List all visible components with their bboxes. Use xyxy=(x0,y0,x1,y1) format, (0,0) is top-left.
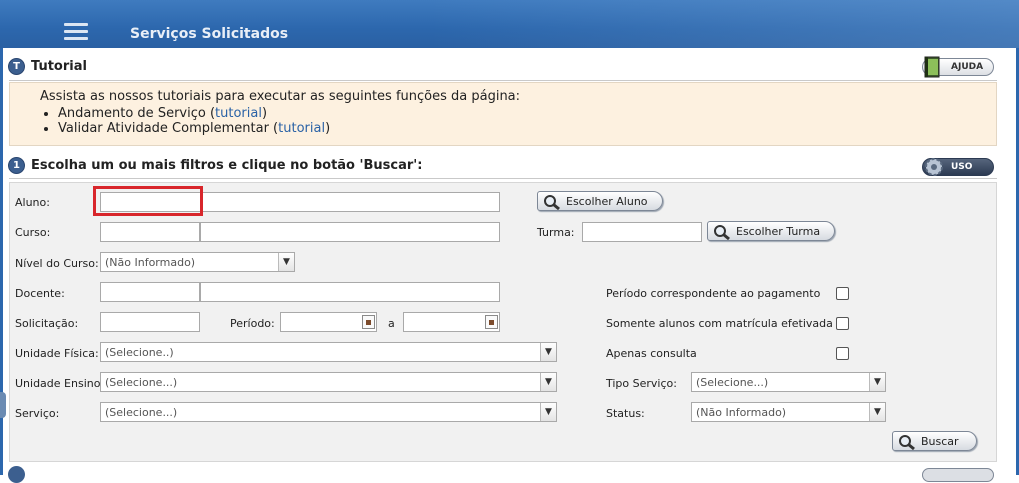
tutorial-link[interactable]: tutorial xyxy=(215,106,262,121)
nivel-curso-label: Nível do Curso: xyxy=(15,257,99,270)
aluno-label: Aluno: xyxy=(15,196,50,209)
tutorial-header: T Tutorial xyxy=(8,55,87,77)
chevron-down-icon: ▼ xyxy=(540,343,556,361)
book-icon xyxy=(924,56,940,78)
periodo-separator: a xyxy=(388,317,395,330)
tutorial-item: Validar Atividade Complementar (tutorial… xyxy=(58,121,330,136)
periodo-pagamento-label: Período correspondente ao pagamento xyxy=(606,287,821,300)
escolher-turma-button[interactable]: Escolher Turma xyxy=(707,221,835,241)
status-label: Status: xyxy=(606,407,645,420)
tutorial-title: Tutorial xyxy=(31,58,87,74)
tutorial-badge: T xyxy=(8,57,25,75)
turma-label: Turma: xyxy=(537,226,575,239)
search-icon xyxy=(899,435,915,450)
side-toggle-handle[interactable] xyxy=(0,392,6,418)
tutorial-link[interactable]: tutorial xyxy=(278,121,325,136)
tutorial-intro: Assista as nossos tutoriais para executa… xyxy=(40,89,521,104)
curso-code-input[interactable] xyxy=(100,222,200,242)
tutorial-panel: Assista as nossos tutoriais para executa… xyxy=(9,82,997,146)
unidade-fisica-value: (Selecione..) xyxy=(105,346,174,359)
periodo-pagamento-checkbox[interactable] xyxy=(836,287,849,300)
periodo-end-input[interactable] xyxy=(403,312,500,332)
chevron-down-icon: ▼ xyxy=(869,373,885,391)
header-decoration xyxy=(430,0,1019,48)
page-title: Serviços Solicitados xyxy=(130,26,289,42)
tipo-servico-select[interactable]: (Selecione...) ▼ xyxy=(691,372,886,392)
next-section-button[interactable] xyxy=(922,468,994,482)
unidade-ensino-select[interactable]: (Selecione...) ▼ xyxy=(100,372,557,392)
divider xyxy=(9,178,997,179)
search-icon xyxy=(544,195,560,210)
buscar-label: Buscar xyxy=(921,434,959,448)
tipo-servico-value: (Selecione...) xyxy=(696,376,769,389)
calendar-icon[interactable] xyxy=(362,315,375,329)
servico-label: Serviço: xyxy=(15,407,60,420)
status-value: (Não Informado) xyxy=(696,406,787,419)
uso-label: USO xyxy=(951,162,973,172)
tutorial-list: Andamento de Serviço (tutorial) Validar … xyxy=(58,106,330,136)
nivel-curso-select[interactable]: (Não Informado) ▼ xyxy=(100,252,295,272)
help-label: AJUDA xyxy=(951,62,984,72)
solicitacao-label: Solicitação: xyxy=(15,317,79,330)
filters-badge: 1 xyxy=(8,156,25,174)
status-select[interactable]: (Não Informado) ▼ xyxy=(691,402,886,422)
escolher-turma-label: Escolher Turma xyxy=(736,224,821,238)
chevron-down-icon: ▼ xyxy=(540,403,556,421)
filters-header: 1 Escolha um ou mais filtros e clique no… xyxy=(8,154,422,176)
periodo-label: Período: xyxy=(230,317,275,330)
unidade-ensino-label: Unidade Ensino: xyxy=(15,377,105,390)
filters-title: Escolha um ou mais filtros e clique no b… xyxy=(31,157,423,173)
escolher-aluno-button[interactable]: Escolher Aluno xyxy=(537,191,663,211)
top-header-bar: Serviços Solicitados xyxy=(0,0,1019,48)
curso-label: Curso: xyxy=(15,226,51,239)
tutorial-item: Andamento de Serviço (tutorial) xyxy=(58,106,330,121)
servico-select[interactable]: (Selecione...) ▼ xyxy=(100,402,557,422)
chevron-down-icon: ▼ xyxy=(540,373,556,391)
docente-label: Docente: xyxy=(15,287,65,300)
nivel-curso-value: (Não Informado) xyxy=(105,256,196,269)
uso-button[interactable]: USO xyxy=(922,158,994,176)
unidade-fisica-label: Unidade Física: xyxy=(15,347,99,360)
apenas-consulta-label: Apenas consulta xyxy=(606,347,697,360)
calendar-icon[interactable] xyxy=(485,315,498,329)
unidade-fisica-select[interactable]: (Selecione..) ▼ xyxy=(100,342,557,362)
tipo-servico-label: Tipo Serviço: xyxy=(606,377,677,390)
menu-icon[interactable] xyxy=(64,23,88,41)
escolher-aluno-label: Escolher Aluno xyxy=(566,194,648,208)
somente-alunos-checkbox[interactable] xyxy=(836,317,849,330)
periodo-start-input[interactable] xyxy=(280,312,377,332)
chevron-down-icon: ▼ xyxy=(278,253,294,271)
highlight-box xyxy=(93,186,203,216)
turma-input[interactable] xyxy=(582,222,702,242)
docente-code-input[interactable] xyxy=(100,282,200,302)
divider xyxy=(9,80,997,81)
somente-alunos-label: Somente alunos com matrícula efetivada xyxy=(606,317,833,330)
buscar-button[interactable]: Buscar xyxy=(892,431,977,451)
servico-value: (Selecione...) xyxy=(105,406,178,419)
chevron-down-icon: ▼ xyxy=(869,403,885,421)
solicitacao-input[interactable] xyxy=(100,312,200,332)
search-icon xyxy=(714,225,730,240)
docente-name-input[interactable] xyxy=(200,282,500,302)
curso-name-input[interactable] xyxy=(200,222,500,242)
gear-icon xyxy=(925,158,943,176)
help-button[interactable]: AJUDA xyxy=(922,56,994,78)
unidade-ensino-value: (Selecione...) xyxy=(105,376,178,389)
apenas-consulta-checkbox[interactable] xyxy=(836,347,849,360)
